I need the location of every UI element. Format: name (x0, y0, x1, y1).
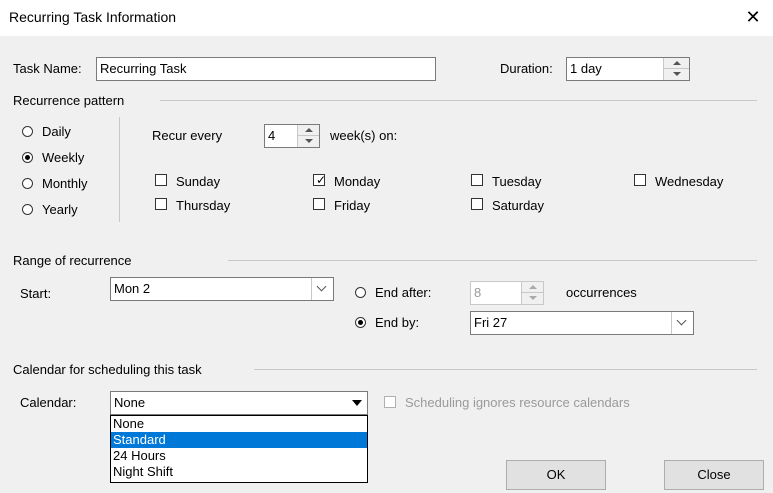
checkmark-icon: ✓ (316, 173, 327, 187)
chevron-down-icon (316, 281, 327, 292)
dropdown-option-none[interactable]: None (111, 416, 367, 432)
radio-weekly[interactable] (22, 152, 33, 163)
radio-weekly-label: Weekly (42, 150, 85, 165)
checkbox-friday[interactable] (313, 198, 325, 210)
end-after-stepper[interactable]: 8 (470, 281, 544, 305)
calendar-group-label: Calendar for scheduling this task (13, 362, 202, 377)
ignore-resource-calendars-label: Scheduling ignores resource calendars (405, 395, 630, 410)
window-title: Recurring Task Information (9, 9, 177, 25)
checkbox-tuesday-label: Tuesday (492, 174, 542, 189)
checkbox-monday-label: Monday (334, 174, 381, 189)
end-after-spinner[interactable] (521, 282, 543, 304)
close-icon[interactable]: ✕ (742, 6, 764, 28)
radio-monthly[interactable] (22, 178, 33, 189)
checkbox-sunday-label: Sunday (176, 174, 221, 189)
group-divider (228, 260, 757, 261)
radio-end-after[interactable] (355, 287, 366, 298)
close-button[interactable]: Close (664, 460, 764, 490)
checkbox-friday-label: Friday (334, 198, 371, 213)
duration-spinner[interactable] (663, 58, 689, 80)
end-by-label: End by: (375, 315, 420, 330)
start-dropdown-button[interactable] (311, 278, 333, 300)
end-by-value: Fri 27 (474, 315, 508, 330)
calendar-dropdown-button[interactable] (347, 392, 367, 414)
checkbox-wednesday[interactable] (634, 174, 646, 186)
checkbox-tuesday[interactable] (471, 174, 483, 186)
checkbox-ignore-resource-calendars[interactable] (384, 396, 396, 408)
calendar-select[interactable]: None (110, 391, 368, 415)
recurrence-pattern-label: Recurrence pattern (13, 93, 125, 108)
group-divider (160, 100, 757, 101)
recur-every-label: Recur every (152, 128, 223, 143)
checkbox-sunday[interactable] (155, 174, 167, 186)
dropdown-option-night-shift[interactable]: Night Shift (111, 464, 367, 480)
occurrences-label: occurrences (566, 285, 637, 300)
dropdown-option-standard[interactable]: Standard (111, 432, 367, 448)
end-by-combo[interactable]: Fri 27 (470, 311, 694, 335)
recur-spinner[interactable] (297, 125, 319, 147)
start-date-combo[interactable]: Mon 2 (110, 277, 334, 301)
pattern-divider (119, 117, 120, 222)
recur-every-value: 4 (268, 128, 276, 143)
chevron-down-icon (676, 315, 687, 326)
radio-yearly[interactable] (22, 204, 33, 215)
start-date-value: Mon 2 (114, 281, 151, 296)
spin-up-icon[interactable] (298, 125, 319, 136)
duration-value: 1 day (570, 61, 602, 76)
end-after-value: 8 (474, 285, 482, 300)
group-divider (254, 369, 757, 370)
spin-down-icon[interactable] (298, 136, 319, 147)
calendar-dropdown-list: None Standard 24 Hours Night Shift (110, 415, 368, 483)
spin-down-icon[interactable] (522, 293, 543, 304)
checkbox-monday[interactable]: ✓ (313, 173, 327, 187)
ok-button[interactable]: OK (506, 460, 606, 490)
checkbox-thursday[interactable] (155, 198, 167, 210)
task-name-input[interactable]: Recurring Task (96, 57, 436, 81)
task-name-label: Task Name: (13, 61, 82, 76)
arrow-down-icon (352, 400, 362, 406)
duration-label: Duration: (500, 61, 553, 76)
weeks-on-label: week(s) on: (330, 128, 398, 143)
spin-down-icon[interactable] (664, 69, 689, 80)
spin-up-icon[interactable] (522, 282, 543, 293)
calendar-value: None (114, 395, 146, 410)
dropdown-option-24-hours[interactable]: 24 Hours (111, 448, 367, 464)
duration-input[interactable]: 1 day (566, 57, 690, 81)
range-of-recurrence-label: Range of recurrence (13, 253, 132, 268)
start-label: Start: (20, 286, 52, 301)
radio-daily-label: Daily (42, 124, 71, 139)
radio-monthly-label: Monthly (42, 176, 88, 191)
checkbox-wednesday-label: Wednesday (655, 174, 724, 189)
radio-daily[interactable] (22, 126, 33, 137)
end-by-dropdown-button[interactable] (671, 312, 693, 334)
calendar-label: Calendar: (20, 395, 77, 410)
checkbox-saturday-label: Saturday (492, 198, 545, 213)
radio-yearly-label: Yearly (42, 202, 78, 217)
checkbox-thursday-label: Thursday (176, 198, 231, 213)
radio-end-by[interactable] (355, 317, 366, 328)
end-after-label: End after: (375, 285, 432, 300)
recur-every-stepper[interactable]: 4 (264, 124, 320, 148)
spin-up-icon[interactable] (664, 58, 689, 69)
checkbox-saturday[interactable] (471, 198, 483, 210)
